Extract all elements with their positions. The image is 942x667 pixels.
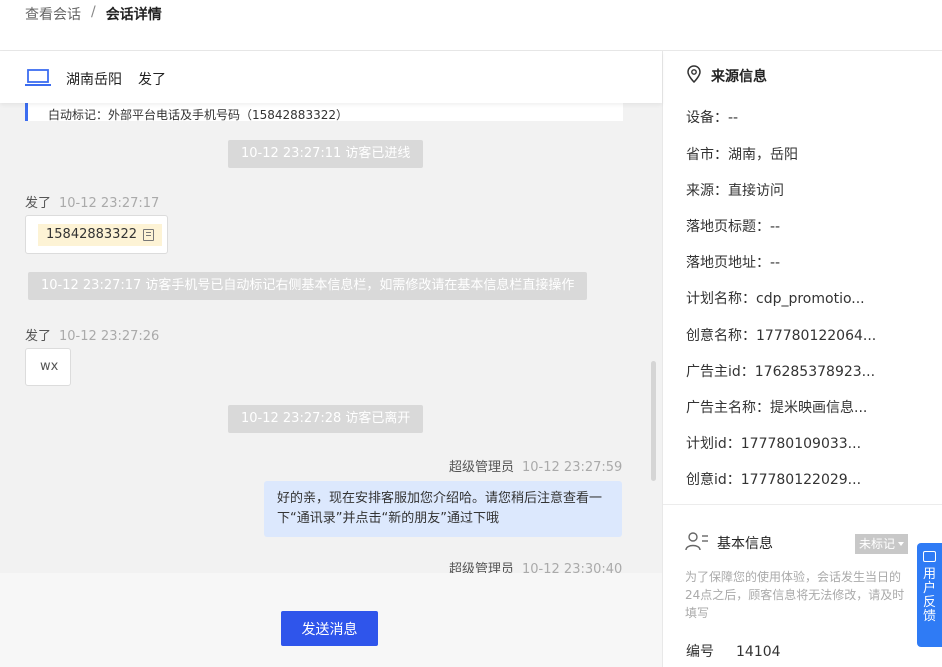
field-advertiser-id: 广告主id：176285378923... — [686, 364, 876, 380]
field-plan-name: 计划名称：cdp_promotio... — [686, 291, 865, 307]
message-time: 10-12 23:27:26 — [59, 329, 160, 344]
sender-name: 发了 — [25, 196, 52, 211]
info-panel: 来源信息 设备：-- 省市：湖南，岳阳 来源：直接访问 落地页标题：-- 落地页… — [662, 51, 942, 667]
basic-info-title: 基本信息 — [685, 531, 773, 555]
chat-bubble-icon — [923, 551, 936, 562]
message-bubble: wx — [25, 348, 71, 386]
agent-name: 超级管理员 — [449, 460, 515, 475]
number-label: 编号 — [686, 644, 714, 660]
send-message-button[interactable]: 发送消息 — [281, 611, 378, 646]
sender-name: 发了 — [25, 329, 52, 344]
conversation-panel: 湖南岳阳 发了 白动标记：外部平台电话及手机号码（15842883322） 10… — [0, 51, 662, 667]
breadcrumb: 查看会话 / 会话详情 — [25, 4, 162, 24]
user-list-icon — [685, 531, 709, 555]
agent-name: 超级管理员 — [449, 562, 515, 573]
phone-number: 15842883322 — [46, 227, 137, 242]
source-info-title: 来源信息 — [687, 65, 767, 87]
message-time: 10-12 23:27:17 — [59, 196, 160, 211]
breadcrumb-parent[interactable]: 查看会话 — [25, 4, 81, 24]
mark-tag-dropdown[interactable]: 未标记 — [855, 534, 909, 554]
auto-mark-text: 白动标记：外部平台电话及手机号码（15842883322） — [48, 108, 348, 122]
message-time: 10-12 23:27:59 — [522, 460, 623, 475]
feedback-button[interactable]: 用户反馈 — [917, 543, 942, 647]
number-value: 14104 — [736, 644, 781, 660]
system-message: 10-12 23:27:11 访客已进线 — [228, 140, 424, 168]
chat-messages[interactable]: 白动标记：外部平台电话及手机号码（15842883322） 10-12 23:2… — [0, 103, 662, 573]
message-text: wx — [40, 359, 59, 374]
divider — [663, 504, 942, 505]
visitor-name: 发了 — [138, 72, 166, 88]
message-time: 10-12 23:30:40 — [522, 562, 623, 573]
chevron-down-icon — [898, 542, 905, 546]
feedback-label: 用户反馈 — [922, 567, 936, 624]
chat-scrollbar[interactable] — [651, 361, 656, 481]
visitor-location: 湖南岳阳 — [66, 72, 122, 88]
agent-message-bubble: 好的亲，现在安排客服加您介绍哈。请您稍后注意查看一下“通讯录”并点击“新的朋友”… — [264, 481, 622, 537]
message-meta: 发了 10-12 23:27:26 — [25, 325, 159, 344]
visitor-header: 湖南岳阳 发了 — [0, 51, 662, 103]
location-pin-icon — [687, 65, 701, 87]
message-meta: 发了 10-12 23:27:17 — [25, 192, 159, 211]
system-message: 10-12 23:27:17 访客手机号已自动标记右侧基本信息栏，如需修改请在基… — [28, 272, 588, 300]
auto-mark-card: 白动标记：外部平台电话及手机号码（15842883322） — [25, 103, 623, 122]
system-message: 10-12 23:27:28 访客已离开 — [228, 405, 424, 433]
composer: 发送消息 — [0, 573, 662, 667]
field-origin: 来源：直接访问 — [686, 183, 784, 199]
field-advertiser-name: 广告主名称：提米映画信息... — [686, 400, 868, 416]
breadcrumb-current: 会话详情 — [105, 7, 162, 23]
laptop-icon — [25, 69, 51, 91]
field-creative-id: 创意id：177780122029... — [686, 472, 862, 488]
field-device: 设备：-- — [686, 110, 739, 126]
field-province: 省市：湖南，岳阳 — [686, 147, 798, 163]
message-meta: 超级管理员 10-12 23:27:59 — [449, 456, 622, 475]
copy-icon[interactable] — [142, 229, 154, 241]
field-landing-url: 落地页地址：-- — [686, 255, 781, 271]
number-row: 编号 14104 — [686, 641, 781, 661]
basic-info-note: 为了保障您的使用体验，会话发生当日的24点之后，顾客信息将无法修改，请及时填写 — [685, 570, 905, 620]
phone-pill: 15842883322 — [38, 224, 162, 246]
message-bubble: 15842883322 — [25, 215, 168, 254]
mark-tag-label: 未标记 — [859, 537, 896, 551]
field-plan-id: 计划id：177780109033... — [686, 436, 862, 452]
message-meta: 超级管理员 10-12 23:30:40 — [449, 558, 622, 573]
top-bar: 查看会话 / 会话详情 — [0, 0, 942, 51]
field-creative-name: 创意名称：177780122064... — [686, 328, 877, 344]
field-landing-title: 落地页标题：-- — [686, 219, 781, 235]
basic-title-text: 基本信息 — [717, 536, 773, 552]
source-title-text: 来源信息 — [711, 69, 767, 85]
breadcrumb-separator: / — [91, 4, 96, 20]
